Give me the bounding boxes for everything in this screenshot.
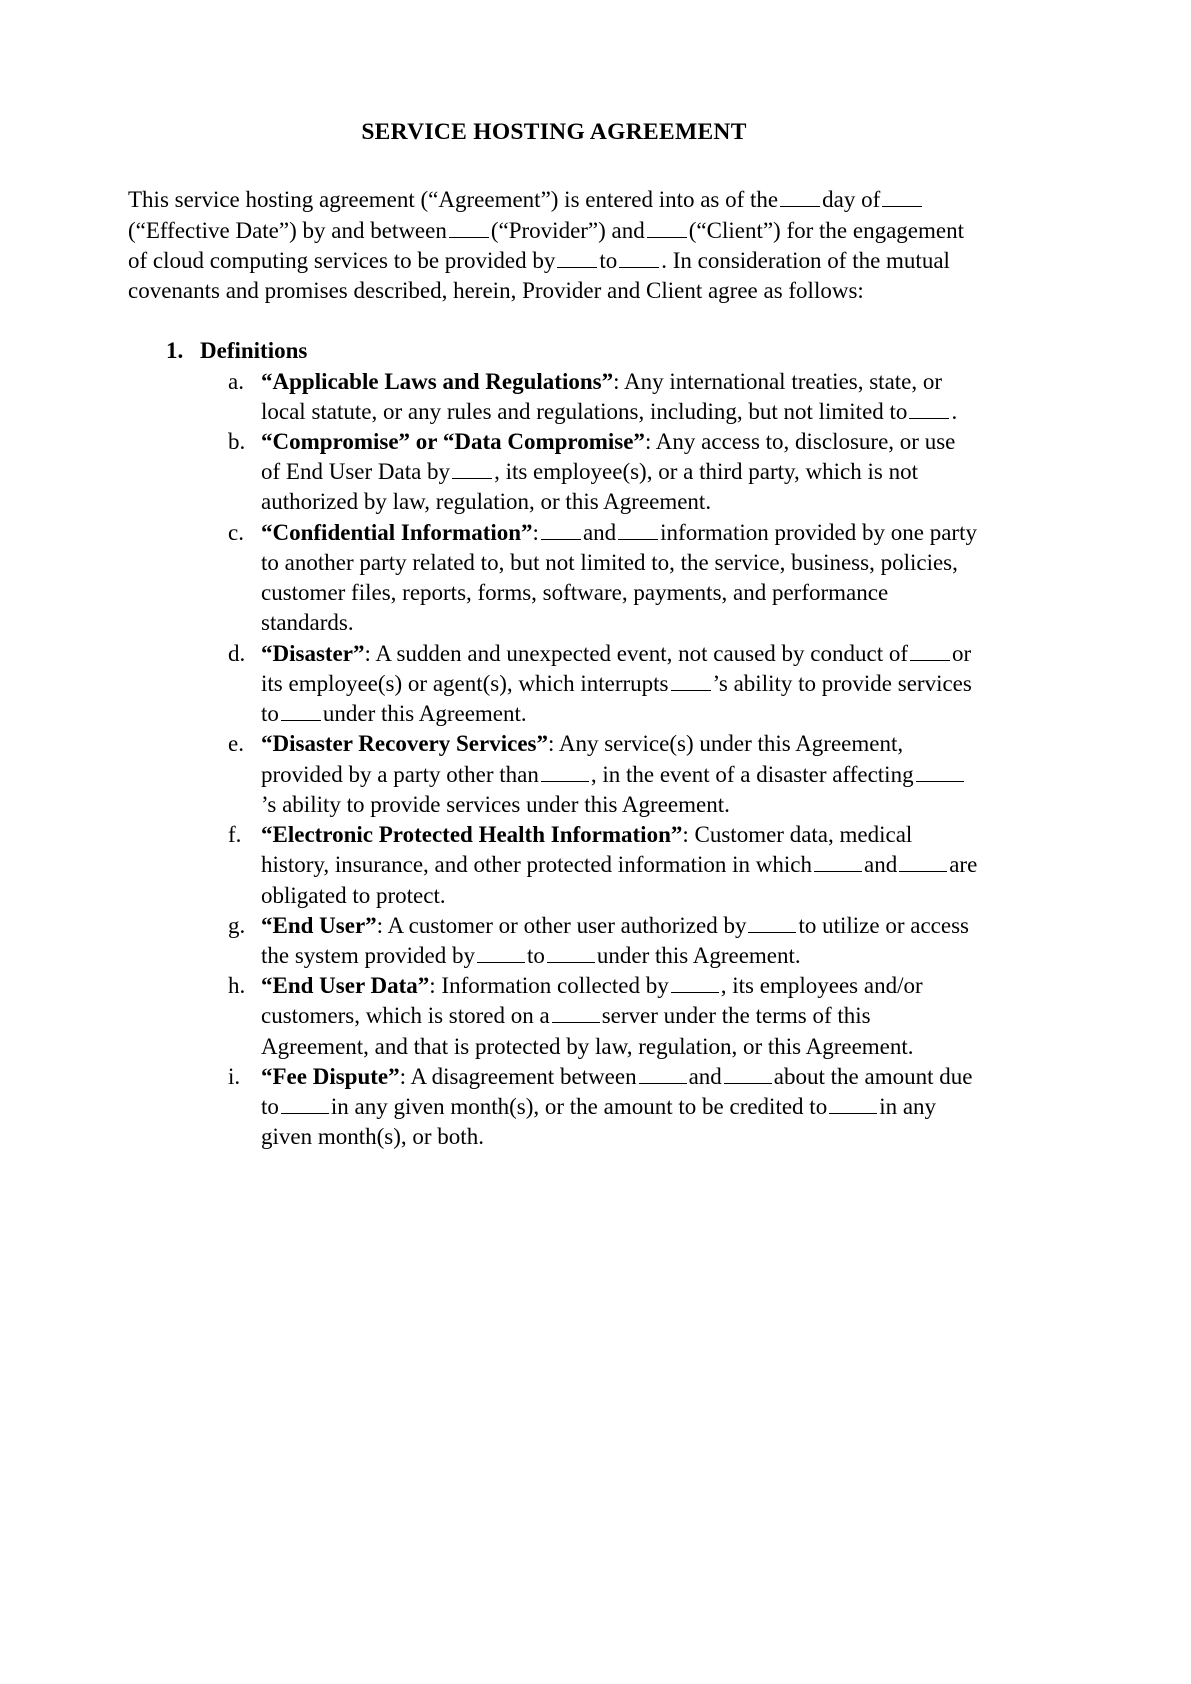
list-item-body: “End User Data”: Information collected b… bbox=[261, 971, 980, 1062]
list-item-marker: i. bbox=[228, 1063, 241, 1089]
list-item-marker: a. bbox=[228, 368, 244, 394]
list-item-body: “Compromise” or “Data Compromise”: Any a… bbox=[261, 427, 980, 518]
blank-services-to[interactable] bbox=[619, 266, 660, 268]
list-item: f. “Electronic Protected Health Informat… bbox=[228, 820, 980, 911]
list-item-marker: e. bbox=[228, 731, 244, 757]
definition-text-2: and bbox=[688, 1063, 722, 1089]
blank-field[interactable] bbox=[477, 962, 525, 963]
list-item: h. “End User Data”: Information collecte… bbox=[228, 971, 980, 1062]
blank-field[interactable] bbox=[452, 478, 493, 480]
page-title: SERVICE HOSTING AGREEMENT bbox=[361, 119, 747, 145]
definition-term: “Disaster” bbox=[261, 640, 365, 666]
list-item-marker: h. bbox=[228, 973, 246, 999]
intro-text-1: This service hosting agreement (“Agreeme… bbox=[128, 187, 779, 213]
list-item-body: “End User”: A customer or other user aut… bbox=[261, 911, 980, 971]
definition-text-4: in any given month(s), or the amount to … bbox=[330, 1094, 828, 1120]
list-item-body: “Confidential Information”: and informatio… bbox=[261, 518, 980, 639]
definition-term: “End User” bbox=[261, 912, 377, 938]
list-item: d. “Disaster”: A sudden and unexpected e… bbox=[228, 639, 980, 730]
list-item: i. “Fee Dispute”: A disagreement between… bbox=[228, 1062, 980, 1153]
definition-term: “End User Data” bbox=[261, 973, 430, 999]
blank-field[interactable] bbox=[910, 659, 951, 661]
definitions-list: a. “Applicable Laws and Regulations”: An… bbox=[128, 367, 980, 1153]
blank-field[interactable] bbox=[899, 871, 948, 873]
definition-term: “Fee Dispute” bbox=[261, 1063, 400, 1089]
blank-field[interactable] bbox=[551, 1022, 600, 1024]
intro-text-6: to bbox=[599, 247, 618, 273]
blank-field[interactable] bbox=[638, 1082, 687, 1084]
blank-field[interactable] bbox=[814, 871, 862, 873]
list-item: b. “Compromise” or “Data Compromise”: An… bbox=[228, 427, 980, 518]
definition-text-2: and bbox=[582, 519, 617, 545]
section-title: Definitions bbox=[200, 338, 308, 364]
list-item-body: “Electronic Protected Health Information… bbox=[261, 820, 980, 911]
blank-field[interactable] bbox=[915, 780, 964, 782]
blank-provider[interactable] bbox=[448, 236, 489, 238]
blank-field[interactable] bbox=[280, 1113, 329, 1115]
blank-client[interactable] bbox=[646, 236, 687, 238]
definition-term: “Disaster Recovery Services” bbox=[261, 731, 548, 757]
intro-paragraph: This service hosting agreement (“Agreeme… bbox=[128, 185, 980, 306]
list-item-marker: f. bbox=[228, 822, 242, 848]
blank-field[interactable] bbox=[909, 417, 950, 419]
list-item: g. “End User”: A customer or other user … bbox=[228, 911, 980, 971]
blank-field[interactable] bbox=[540, 780, 589, 782]
definition-term: “Compromise” or “Data Compromise” bbox=[261, 429, 645, 455]
section-heading: 1. Definitions bbox=[166, 336, 980, 366]
list-item-body: “Applicable Laws and Regulations”: Any i… bbox=[261, 367, 980, 427]
definition-text-4: under this Agreement. bbox=[596, 943, 801, 968]
document-content: SERVICE HOSTING AGREEMENT This service h… bbox=[128, 118, 980, 1153]
list-item-marker: g. bbox=[228, 912, 246, 938]
definition-text-2: . bbox=[951, 398, 958, 424]
blank-field[interactable] bbox=[618, 538, 659, 540]
definition-text-1: : A customer or other user authorized by bbox=[376, 912, 747, 938]
list-item-body: “Disaster”: A sudden and unexpected even… bbox=[261, 639, 980, 730]
list-item-marker: c. bbox=[228, 519, 244, 545]
section-definitions: 1. Definitions a. “Applicable Laws and R… bbox=[128, 336, 980, 1152]
definition-text-1: : A sudden and unexpected event, not cau… bbox=[364, 640, 909, 666]
intro-text-3: (“Effective Date”) by and between bbox=[128, 217, 447, 243]
list-item: e. “Disaster Recovery Services”: Any ser… bbox=[228, 729, 980, 820]
blank-field[interactable] bbox=[670, 689, 711, 691]
list-item-body: “Disaster Recovery Services”: Any servic… bbox=[261, 729, 980, 820]
blank-month[interactable] bbox=[882, 206, 923, 208]
definition-text-1: : A disagreement between bbox=[399, 1063, 637, 1089]
blank-field[interactable] bbox=[748, 931, 797, 933]
blank-field[interactable] bbox=[280, 720, 321, 722]
blank-field[interactable] bbox=[540, 538, 581, 540]
definition-text-1: : bbox=[532, 519, 539, 545]
blank-services-from[interactable] bbox=[557, 266, 598, 268]
document-page: SERVICE HOSTING AGREEMENT This service h… bbox=[0, 0, 1191, 1684]
definition-text-2: and bbox=[864, 852, 898, 878]
list-item-marker: d. bbox=[228, 640, 246, 666]
blank-field[interactable] bbox=[829, 1113, 878, 1115]
definition-term: “Electronic Protected Health Information… bbox=[261, 822, 683, 848]
list-item: c. “Confidential Information”: and informa… bbox=[228, 518, 980, 639]
section-number: 1. bbox=[166, 338, 184, 364]
list-item-marker: b. bbox=[228, 429, 246, 455]
blank-day[interactable] bbox=[780, 206, 821, 208]
definition-term: “Applicable Laws and Regulations” bbox=[261, 368, 614, 394]
definition-text-1: : Information collected by bbox=[429, 973, 669, 999]
definition-term: “Confidential Information” bbox=[261, 519, 533, 545]
blank-field[interactable] bbox=[546, 962, 595, 963]
intro-text-2: day of bbox=[822, 187, 881, 213]
definition-text-2: , in the event of a disaster affecting bbox=[590, 761, 914, 787]
definition-text-4: under this Agreement. bbox=[322, 701, 527, 727]
definition-text-3: to bbox=[527, 943, 545, 968]
list-item-body: “Fee Dispute”: A disagreement between and… bbox=[261, 1062, 980, 1153]
intro-text-4: (“Provider”) and bbox=[490, 217, 645, 243]
list-item: a. “Applicable Laws and Regulations”: An… bbox=[228, 367, 980, 427]
blank-field[interactable] bbox=[670, 992, 719, 994]
blank-field[interactable] bbox=[723, 1082, 772, 1084]
definition-text-3: ’s ability to provide services under thi… bbox=[261, 791, 730, 817]
